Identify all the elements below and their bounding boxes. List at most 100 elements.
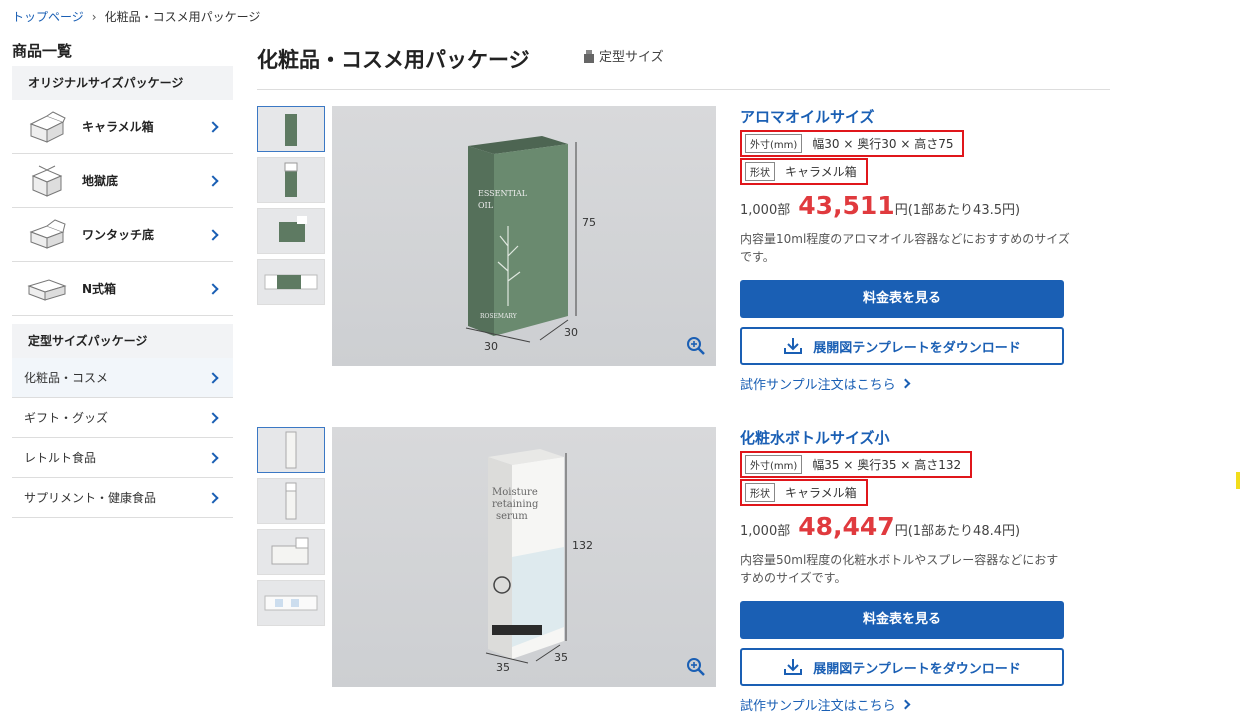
download-icon [784,338,803,354]
thumbnail[interactable] [257,208,325,254]
chevron-right-icon [207,371,219,384]
sidebar-item-gift-goods[interactable]: ギフト・グッズ [12,398,233,438]
sidebar-item-n-type[interactable]: N式箱 [12,262,233,316]
thumbnail[interactable] [257,106,325,152]
box-text: OIL [478,201,494,210]
sidebar-item-retort-food[interactable]: レトルト食品 [12,438,233,478]
sidebar-original-heading: オリジナルサイズパッケージ [12,66,233,100]
spec-label: 形状 [745,483,775,502]
sidebar-item-cosmetics[interactable]: 化粧品・コスメ [12,358,233,398]
sidebar-item-label: レトルト食品 [24,451,97,465]
spec-label: 形状 [745,162,775,181]
chevron-right-icon [207,451,219,464]
product-info: アロマオイルサイズ 外寸(mm) 幅30 × 奥行30 × 高さ75 形状 キャラメ… [740,106,1070,393]
download-icon [784,659,803,675]
dim-height-label: 132 [572,539,593,552]
spec-dimensions: 外寸(mm) 幅35 × 奥行35 × 高さ132 [740,451,973,478]
package-icon [584,49,594,63]
thumbnail[interactable] [257,580,325,626]
sample-order-link[interactable]: 試作サンプル注文はこちら [740,695,911,714]
spec-dimensions: 外寸(mm) 幅30 × 奥行30 × 高さ75 [740,130,965,157]
spec-shape: 形状 キャラメル箱 [740,158,868,185]
box-text: ESSENTIAL [478,189,528,198]
spec-label: 外寸(mm) [745,134,803,153]
chevron-right-icon [900,699,911,710]
chevron-right-icon [207,174,219,187]
price: 43,511 [798,191,895,220]
spec-value: 幅35 × 奥行35 × 高さ132 [812,458,962,472]
download-template-button[interactable]: 展開図テンプレートをダウンロード [740,327,1064,365]
breadcrumb-current: 化粧品・コスメ用パッケージ [104,10,261,24]
download-template-button[interactable]: 展開図テンプレートをダウンロード [740,648,1064,686]
dim-width-label: 35 [496,661,510,674]
breadcrumb-home-link[interactable]: トップページ [12,8,84,25]
thumbnail[interactable] [257,259,325,305]
sidebar-item-label: 地獄底 [82,174,119,188]
thumbnail[interactable] [257,478,325,524]
sidebar: 商品一覧 オリジナルサイズパッケージ キャラメル箱 地獄底 ワンタッチ底 N式箱… [12,40,233,518]
quantity: 1,000部 [740,524,791,539]
one-touch-box-icon [22,215,72,255]
price-suffix: 円(1部あたり43.5円) [894,203,1021,218]
chevron-right-icon [207,491,219,504]
product-main-image[interactable]: ESSENTIAL OIL ROSEMARY 75 30 30 [332,106,716,366]
zoom-icon[interactable] [686,657,706,677]
standard-size-tag: 定型サイズ [583,46,664,65]
thumbnail-list [257,427,325,631]
thumbnail-list [257,106,325,310]
sidebar-item-one-touch[interactable]: ワンタッチ底 [12,208,233,262]
sidebar-item-label: ワンタッチ底 [82,228,155,242]
view-price-table-button[interactable]: 料金表を見る [740,280,1064,318]
product-description: 内容量50ml程度の化粧水ボトルやスプレー容器などにおすすめのサイズです。 [740,553,1059,585]
spec-value: キャラメル箱 [785,486,857,500]
chevron-right-icon [207,228,219,241]
dim-width-label: 30 [484,340,498,353]
page-title: 化粧品・コスメ用パッケージ [257,48,530,72]
product-info: 化粧水ボトルサイズ小 外寸(mm) 幅35 × 奥行35 × 高さ132 形状 キャ… [740,427,1070,714]
thumbnail[interactable] [257,427,325,473]
product-main-image[interactable]: Moisture retaining serum 132 35 35 [332,427,716,687]
sidebar-item-label: ギフト・グッズ [24,411,109,425]
sidebar-item-supplements[interactable]: サプリメント・健康食品 [12,478,233,518]
box-text: retaining [492,499,539,510]
sidebar-item-label: N式箱 [82,282,117,296]
spec-value: 幅30 × 奥行30 × 高さ75 [812,137,954,151]
cursor-marker [1236,472,1240,489]
product-name: 化粧水ボトルサイズ小 [740,429,890,447]
link-label: 試作サンプル注文はこちら [740,378,896,393]
sidebar-item-hell-bottom[interactable]: 地獄底 [12,154,233,208]
box-text: Moisture [492,487,538,498]
spec-label: 外寸(mm) [745,455,803,474]
price: 48,447 [798,512,895,541]
breadcrumb: トップページ › 化粧品・コスメ用パッケージ [12,8,260,25]
dim-depth-label: 30 [564,326,578,339]
link-label: 試作サンプル注文はこちら [740,699,896,714]
chevron-right-icon [900,378,911,389]
download-label: 展開図テンプレートをダウンロード [813,340,1021,356]
dim-depth-label: 35 [554,651,568,664]
sidebar-item-caramel-box[interactable]: キャラメル箱 [12,100,233,154]
chevron-right-icon [207,411,219,424]
chevron-right-icon [207,282,219,295]
chevron-right-icon [207,120,219,133]
sidebar-item-label: キャラメル箱 [82,120,154,134]
product-name: アロマオイルサイズ [740,108,875,126]
price-suffix: 円(1部あたり48.4円) [894,524,1021,539]
box-text: serum [496,511,528,522]
tag-label: 定型サイズ [599,50,664,65]
price-row: 1,000部 43,511 円(1部あたり43.5円) [740,191,1070,220]
box-text: ROSEMARY [480,313,518,320]
view-price-table-button[interactable]: 料金表を見る [740,601,1064,639]
sidebar-item-label: 化粧品・コスメ [24,371,109,385]
sample-order-link[interactable]: 試作サンプル注文はこちら [740,374,911,393]
n-type-box-icon [22,269,72,309]
product-description: 内容量10ml程度のアロマオイル容器などにおすすめのサイズです。 [740,232,1070,264]
price-row: 1,000部 48,447 円(1部あたり48.4円) [740,512,1070,541]
thumbnail[interactable] [257,157,325,203]
download-label: 展開図テンプレートをダウンロード [813,661,1021,677]
dim-height-label: 75 [582,216,596,229]
divider [257,89,1110,90]
spec-value: キャラメル箱 [785,165,857,179]
thumbnail[interactable] [257,529,325,575]
zoom-icon[interactable] [686,336,706,356]
